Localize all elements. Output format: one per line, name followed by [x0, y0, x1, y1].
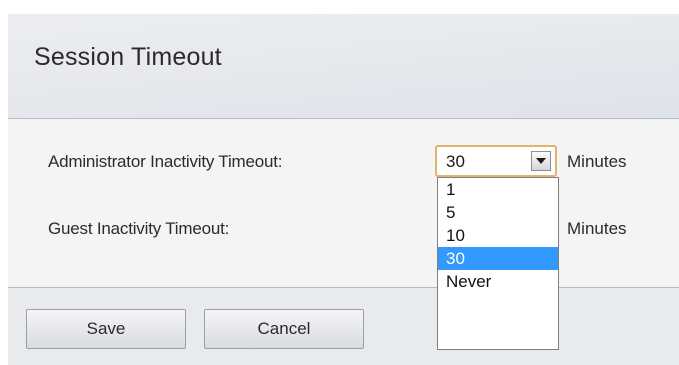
- settings-panel: [8, 118, 679, 288]
- dropdown-option-never[interactable]: Never: [438, 270, 558, 293]
- dropdown-option-5[interactable]: 5: [438, 201, 558, 224]
- dropdown-option-30[interactable]: 30: [438, 247, 558, 270]
- cancel-button[interactable]: Cancel: [204, 309, 364, 349]
- dropdown-option-1[interactable]: 1: [438, 178, 558, 201]
- admin-timeout-select[interactable]: 30: [435, 145, 557, 177]
- guest-timeout-label: Guest Inactivity Timeout:: [48, 219, 230, 238]
- chevron-down-glyph: [536, 158, 546, 164]
- dropdown-option-10[interactable]: 10: [438, 224, 558, 247]
- header-band: Session Timeout: [8, 14, 679, 118]
- session-timeout-page: Session Timeout Administrator Inactivity…: [8, 14, 679, 365]
- admin-timeout-unit: Minutes: [567, 152, 627, 171]
- admin-timeout-select-value: 30: [446, 152, 465, 171]
- save-button[interactable]: Save: [26, 309, 186, 349]
- guest-timeout-unit: Minutes: [567, 219, 627, 238]
- page-title: Session Timeout: [34, 43, 222, 71]
- admin-timeout-dropdown-list: 1 5 10 30 Never: [437, 177, 559, 350]
- chevron-down-icon[interactable]: [531, 151, 551, 171]
- admin-timeout-label: Administrator Inactivity Timeout:: [48, 152, 283, 171]
